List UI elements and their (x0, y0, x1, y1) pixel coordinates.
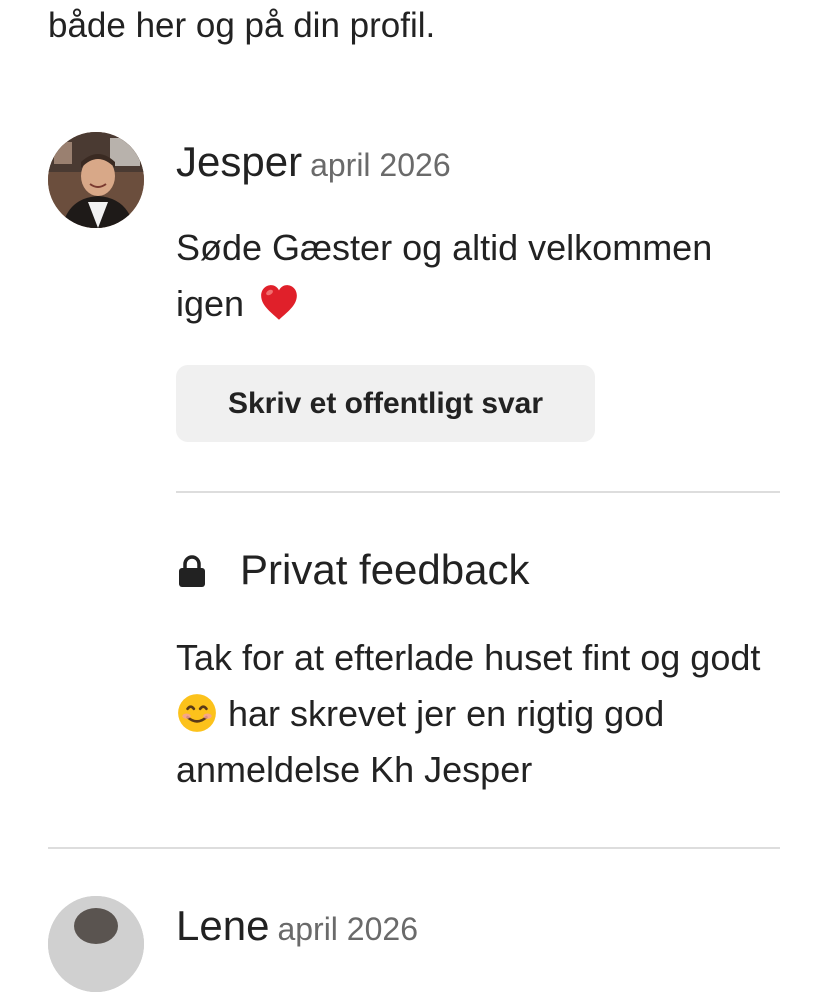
section-divider (48, 847, 780, 849)
review-header: Jesper april 2026 (176, 134, 451, 190)
next-reviewer-photo (48, 896, 144, 992)
private-feedback-text: Tak for at efterlade huset fint og godt … (176, 630, 796, 798)
review-body: Søde Gæster og altid velkommen igen (176, 227, 713, 324)
next-reviewer-avatar[interactable] (48, 896, 144, 992)
red-heart-icon (261, 285, 297, 320)
lock-icon (179, 555, 205, 587)
private-feedback-title: Privat feedback (240, 546, 530, 593)
intro-text: både her og på din profil. (48, 6, 436, 45)
public-reply-button[interactable]: Skriv et offentligt svar (176, 365, 595, 442)
reviewer-name[interactable]: Jesper (176, 138, 302, 185)
private-feedback-body-start: Tak for at efterlade huset fint og godt (176, 637, 761, 678)
avatar[interactable] (48, 132, 144, 228)
private-feedback-body-end: har skrevet jer en rigtig god anmeldelse… (176, 693, 665, 790)
smiling-face-icon (178, 694, 216, 732)
review-date: april 2026 (310, 147, 451, 183)
next-reviewer-name[interactable]: Lene (176, 902, 269, 949)
reviewer-photo (48, 132, 144, 228)
next-review-date: april 2026 (277, 911, 418, 947)
next-review-header: Lene april 2026 (176, 898, 418, 954)
review-text: Søde Gæster og altid velkommen igen (176, 220, 736, 332)
divider (176, 491, 780, 493)
